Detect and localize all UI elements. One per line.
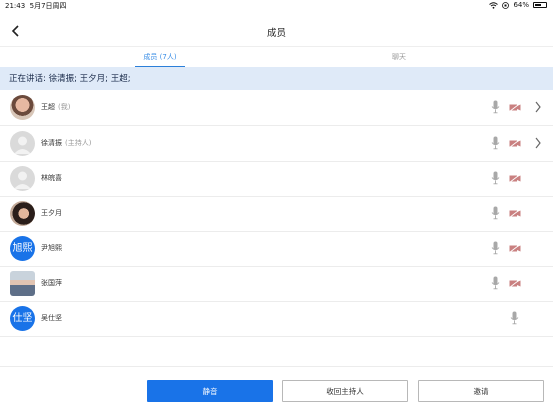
member-name: 王夕月	[41, 209, 62, 217]
chevron-right-icon[interactable]	[534, 137, 542, 149]
avatar	[10, 201, 35, 226]
nav-bar: 成员	[0, 20, 553, 45]
avatar	[10, 166, 35, 191]
orientation-lock-icon	[502, 1, 510, 9]
status-date: 5月7日周四	[29, 2, 67, 10]
default-avatar-icon	[14, 136, 31, 154]
mic-icon[interactable]	[510, 311, 519, 325]
invite-button[interactable]: 邀请	[418, 380, 544, 402]
camera-off-icon[interactable]	[509, 103, 521, 112]
battery-icon	[533, 2, 547, 8]
avatar	[10, 95, 35, 120]
avatar	[10, 271, 35, 296]
status-time-date: 21:43 5月7日周四	[5, 1, 67, 11]
camera-off-icon[interactable]	[509, 174, 521, 183]
revoke-host-button[interactable]: 收回主持人	[282, 380, 408, 402]
status-bar: 21:43 5月7日周四 64%	[0, 0, 553, 12]
member-name: 徐清振 (主持人)	[41, 139, 92, 147]
member-row-wushijian[interactable]: 仕坚 吴仕坚	[0, 301, 553, 337]
member-role: (我)	[58, 103, 71, 111]
member-name: 吴仕坚	[41, 314, 62, 322]
speaking-text: 正在讲话: 徐清振; 王夕月; 王超;	[9, 74, 131, 84]
status-right: 64%	[489, 1, 547, 9]
wifi-icon	[489, 1, 499, 9]
mic-icon[interactable]	[491, 206, 500, 220]
default-avatar-icon	[14, 171, 31, 189]
status-time: 21:43	[5, 2, 26, 10]
member-row-wangxiyue[interactable]: 王夕月	[0, 196, 553, 232]
mic-icon[interactable]	[491, 100, 500, 114]
member-name: 张国萍	[41, 279, 62, 287]
avatar-initials: 仕坚	[10, 306, 35, 331]
avatar	[10, 131, 35, 156]
camera-off-icon[interactable]	[509, 244, 521, 253]
member-name: 王超 (我)	[41, 103, 71, 111]
chevron-right-icon[interactable]	[534, 101, 542, 113]
camera-off-icon[interactable]	[509, 139, 521, 148]
member-row-linwanxi[interactable]: 林皖喜	[0, 161, 553, 197]
page-title: 成员	[266, 28, 286, 39]
tab-bar: 成员 (7人) 聊天	[0, 46, 553, 69]
camera-off-icon[interactable]	[509, 209, 521, 218]
member-row-yinxuxi[interactable]: 旭熙 尹旭熙	[0, 231, 553, 267]
member-row-xuqingzhen[interactable]: 徐清振 (主持人)	[0, 126, 553, 162]
member-name: 尹旭熙	[41, 244, 62, 252]
member-row-wangchao[interactable]: 王超 (我)	[0, 90, 553, 126]
member-row-zhangguoping[interactable]: 张国萍	[0, 266, 553, 302]
camera-off-icon[interactable]	[509, 279, 521, 288]
mute-button[interactable]: 静音	[147, 380, 273, 402]
member-name: 林皖喜	[41, 174, 62, 182]
mic-icon[interactable]	[491, 276, 500, 290]
mic-icon[interactable]	[491, 241, 500, 255]
battery-percent: 64%	[513, 1, 529, 9]
tab-members[interactable]: 成员 (7人)	[140, 52, 180, 62]
action-bar: 静音 收回主持人 邀请	[0, 366, 553, 416]
avatar-initials: 旭熙	[10, 236, 35, 261]
mic-icon[interactable]	[491, 171, 500, 185]
mic-icon[interactable]	[491, 136, 500, 150]
speaking-banner: 正在讲话: 徐清振; 王夕月; 王超;	[0, 67, 553, 90]
tab-chat[interactable]: 聊天	[384, 52, 414, 62]
member-role: (主持人)	[65, 139, 92, 147]
